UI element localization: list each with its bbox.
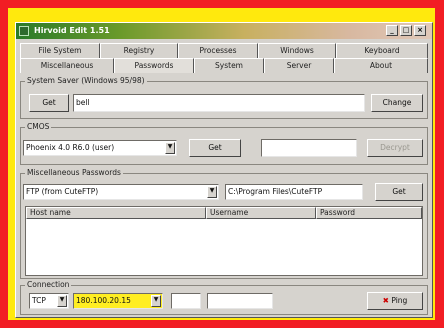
- password-source-value: FTP (from CuteFTP): [26, 187, 99, 196]
- change-button[interactable]: Change: [371, 94, 423, 112]
- chevron-down-icon[interactable]: ▼: [165, 142, 175, 154]
- tab-system[interactable]: System: [194, 58, 264, 73]
- close-button[interactable]: ×: [414, 25, 426, 36]
- column-header-host[interactable]: Host name: [26, 207, 206, 219]
- tab-windows[interactable]: Windows: [258, 43, 336, 58]
- column-header-password[interactable]: Password: [316, 207, 422, 219]
- app-window: Hirvoid Edit 1.51 _ □ × File System Regi…: [15, 22, 433, 318]
- cmos-type-select[interactable]: Phoenix 4.0 R6.0 (user) ▼: [23, 140, 177, 156]
- tab-keyboard[interactable]: Keyboard: [336, 43, 428, 58]
- password-source-select[interactable]: FTP (from CuteFTP) ▼: [23, 184, 219, 200]
- tab-miscellaneous[interactable]: Miscellaneous: [20, 58, 114, 73]
- cmos-type-value: Phoenix 4.0 R6.0 (user): [26, 143, 115, 152]
- title-bar[interactable]: Hirvoid Edit 1.51 _ □ ×: [16, 23, 432, 39]
- connection-extra-field[interactable]: [207, 293, 273, 309]
- window-title: Hirvoid Edit 1.51: [34, 26, 110, 35]
- misc-get-button[interactable]: Get: [375, 183, 423, 201]
- tab-row-2: Miscellaneous Passwords System Server Ab…: [20, 58, 428, 73]
- path-field[interactable]: C:\Program Files\CuteFTP: [225, 184, 363, 200]
- cmos-disabled-button[interactable]: Decrypt: [367, 139, 423, 157]
- tab-server[interactable]: Server: [264, 58, 334, 73]
- minimize-button[interactable]: _: [386, 25, 398, 36]
- tab-passwords[interactable]: Passwords: [114, 58, 194, 73]
- tab-processes[interactable]: Processes: [178, 43, 258, 58]
- system-saver-password-field[interactable]: bell: [73, 94, 365, 112]
- system-saver-group: System Saver (Windows 95/98) Get bell Ch…: [20, 76, 428, 119]
- ping-button[interactable]: ✖ Ping: [367, 292, 423, 310]
- cmos-label: CMOS: [25, 122, 52, 131]
- column-header-username[interactable]: Username: [206, 207, 316, 219]
- protocol-select[interactable]: TCP ▼: [29, 293, 69, 309]
- cmos-group: CMOS Phoenix 4.0 R6.0 (user) ▼ Get Decry…: [20, 122, 428, 165]
- connection-label: Connection: [25, 280, 72, 289]
- tab-about[interactable]: About: [334, 58, 428, 73]
- tab-file-system[interactable]: File System: [20, 43, 100, 58]
- ping-icon: ✖: [382, 296, 389, 305]
- ip-address-field[interactable]: 180.100.20.15 ▼: [73, 293, 163, 309]
- cmos-get-button[interactable]: Get: [189, 139, 241, 157]
- system-saver-get-button[interactable]: Get: [29, 94, 69, 112]
- protocol-value: TCP: [32, 296, 46, 305]
- maximize-button[interactable]: □: [400, 25, 412, 36]
- tab-row-1: File System Registry Processes Windows K…: [20, 43, 428, 58]
- misc-passwords-label: Miscellaneous Passwords: [25, 168, 123, 177]
- port-field[interactable]: [171, 293, 201, 309]
- chevron-down-icon[interactable]: ▼: [151, 295, 161, 307]
- ping-label: Ping: [391, 296, 408, 305]
- ip-address-value: 180.100.20.15: [76, 296, 131, 305]
- password-list[interactable]: Host name Username Password: [25, 206, 423, 276]
- app-icon: [19, 26, 29, 36]
- chevron-down-icon[interactable]: ▼: [207, 186, 217, 198]
- misc-passwords-group: Miscellaneous Passwords FTP (from CuteFT…: [20, 168, 428, 279]
- system-saver-label: System Saver (Windows 95/98): [25, 76, 147, 85]
- tab-registry[interactable]: Registry: [100, 43, 178, 58]
- cmos-password-field[interactable]: [261, 139, 357, 157]
- chevron-down-icon[interactable]: ▼: [57, 295, 67, 307]
- connection-group: Connection TCP ▼ 180.100.20.15 ▼ ✖ Ping: [20, 280, 428, 315]
